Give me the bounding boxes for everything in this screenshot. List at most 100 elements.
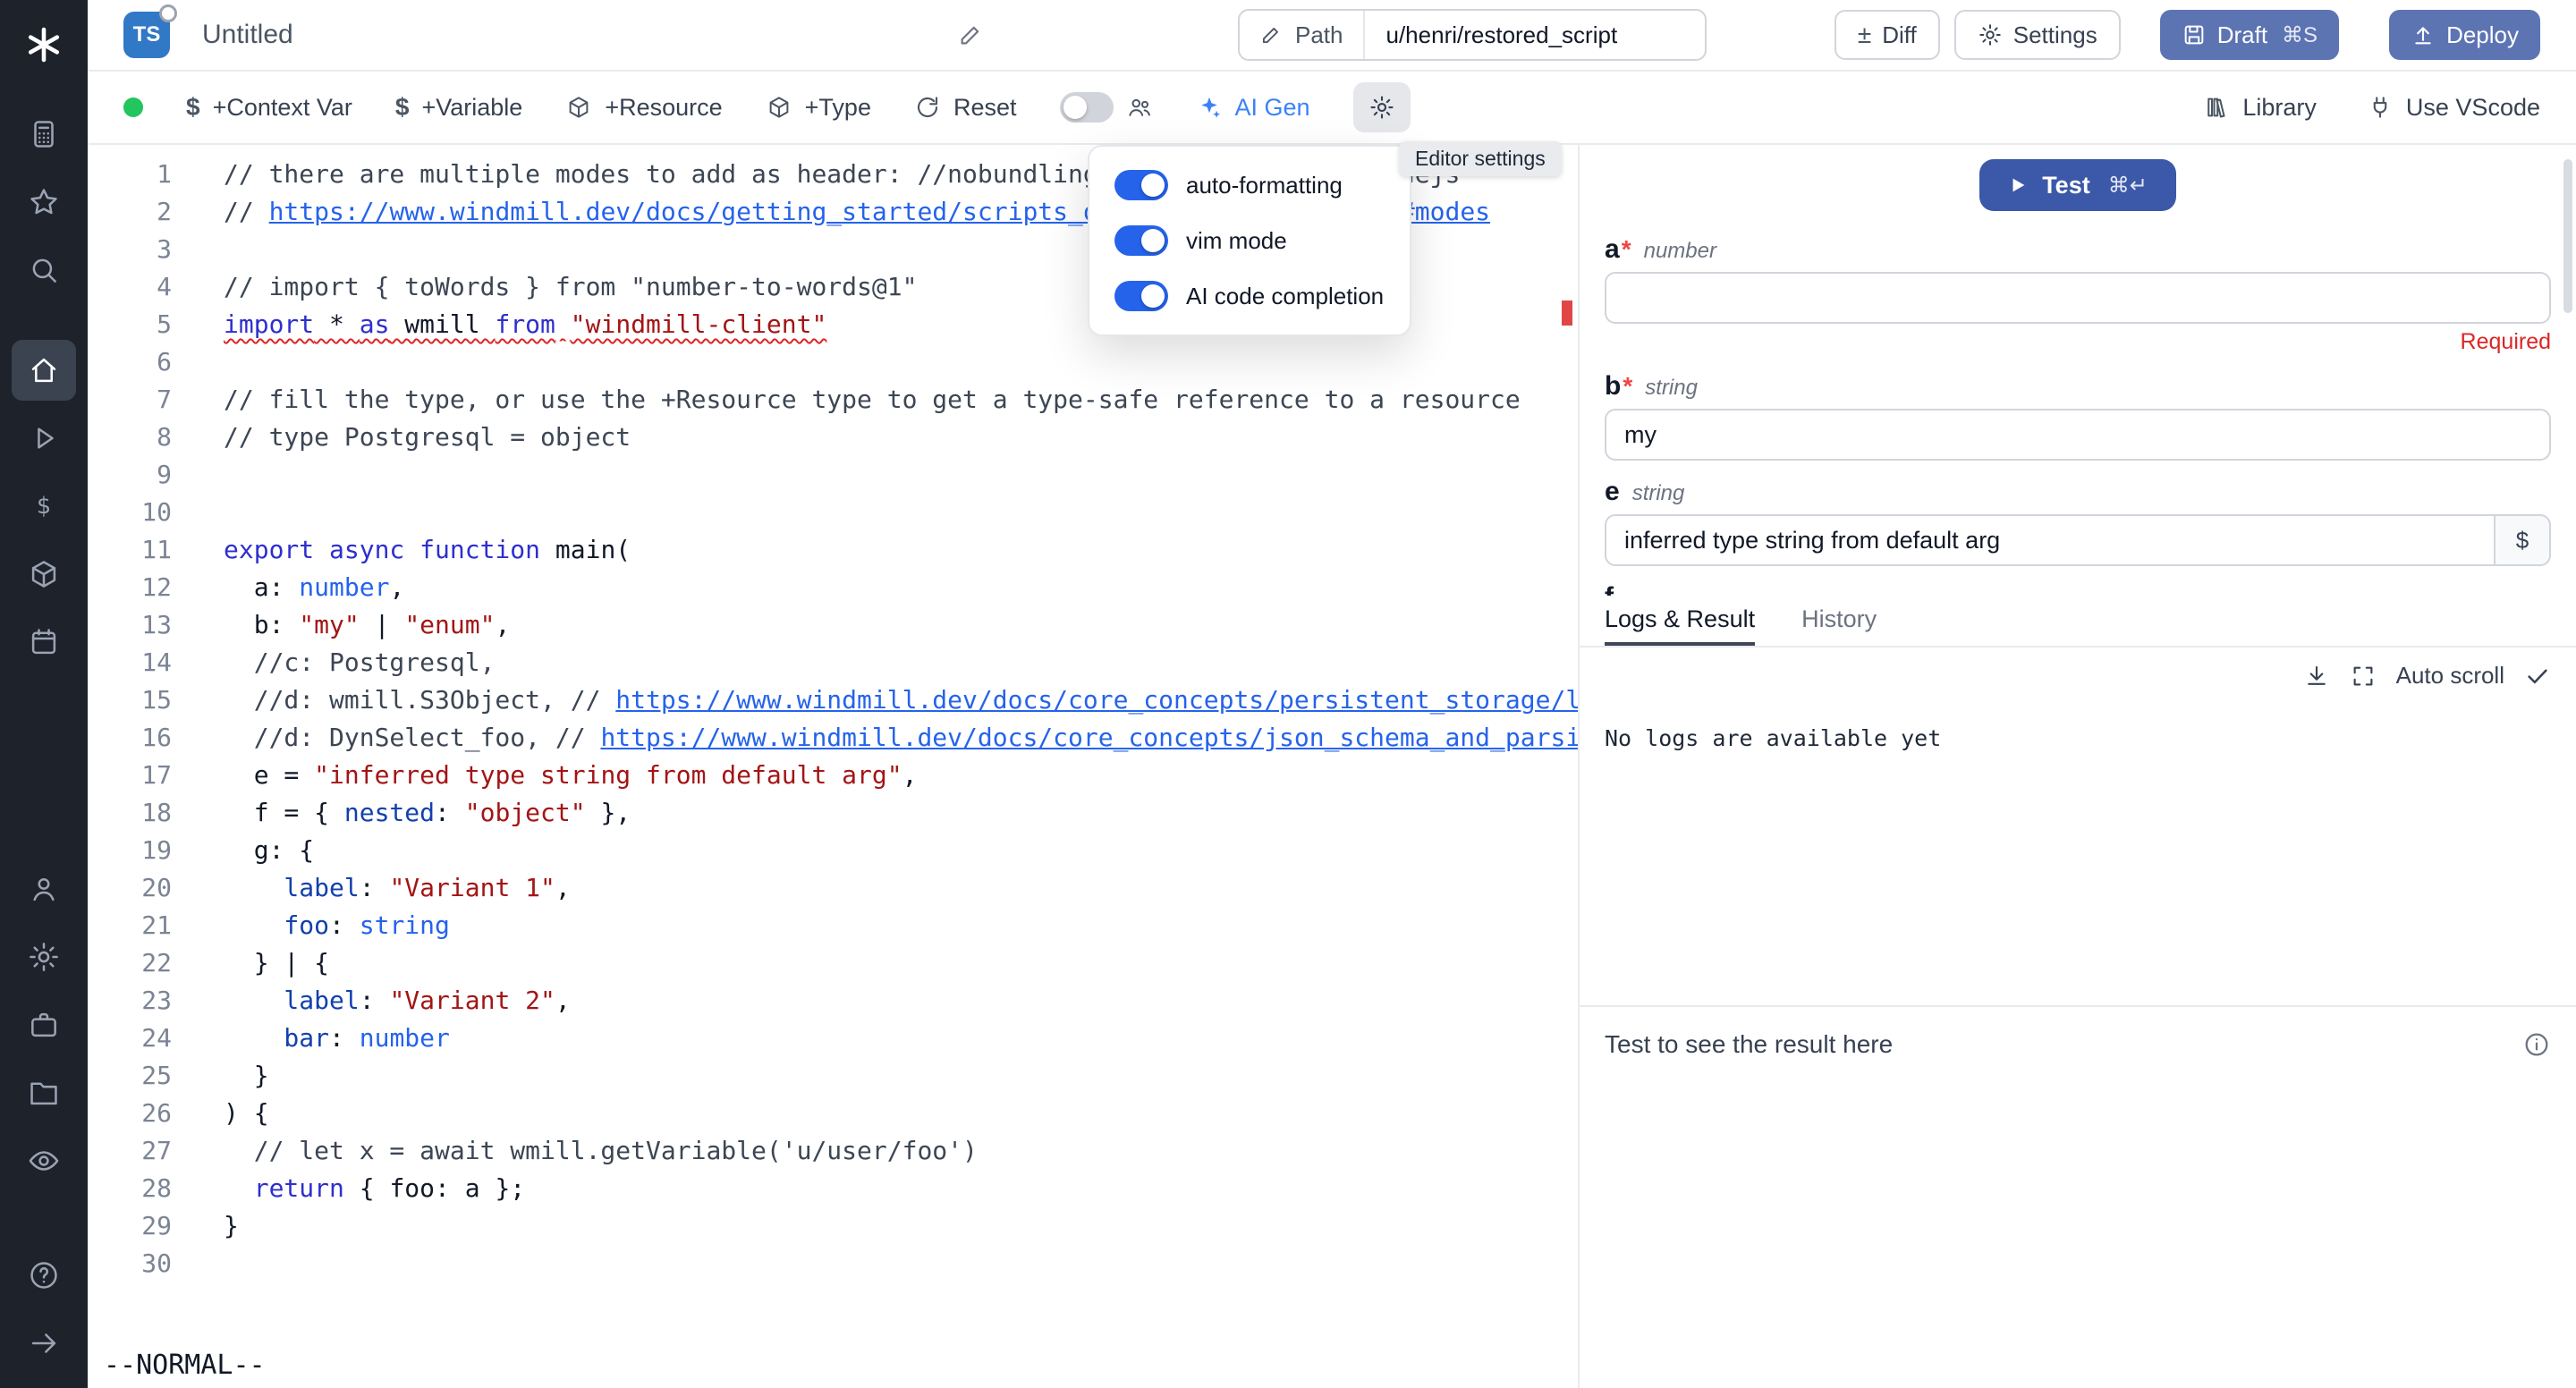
add-type-button[interactable]: +Type (766, 94, 871, 122)
code-line[interactable]: } | { (224, 944, 1578, 982)
code-line[interactable] (224, 456, 1578, 494)
code-line[interactable] (224, 1245, 1578, 1282)
add-variable-button[interactable]: $ +Variable (395, 93, 522, 122)
windmill-logo-icon[interactable] (13, 14, 74, 75)
line-number: 21 (88, 907, 172, 944)
sidebar-item-resources[interactable] (12, 544, 76, 605)
code-line[interactable]: // let x = await wmill.getVariable('u/us… (224, 1132, 1578, 1170)
arg-input-a[interactable] (1605, 272, 2551, 324)
use-vscode-button[interactable]: Use VScode (2367, 94, 2540, 122)
field-name: a (1605, 234, 1620, 265)
code-line[interactable] (224, 343, 1578, 381)
code-line[interactable]: label: "Variant 2", (224, 982, 1578, 1020)
variable-picker-button[interactable]: $ (2494, 514, 2551, 566)
test-button-label: Test (2042, 172, 2090, 199)
code-line[interactable]: e = "inferred type string from default a… (224, 757, 1578, 794)
code-line[interactable]: // fill the type, or use the +Resource t… (224, 381, 1578, 419)
arg-input-e[interactable] (1605, 514, 2494, 566)
tab-history[interactable]: History (1801, 596, 1877, 646)
settings-button[interactable]: Settings (1954, 10, 2121, 60)
code-line[interactable]: //d: wmill.S3Object, // https://www.wind… (224, 681, 1578, 719)
code-line[interactable] (224, 494, 1578, 531)
diff-mode-toggle[interactable] (1060, 92, 1114, 123)
sidebar-item-users[interactable] (12, 859, 76, 919)
sidebar-item-audit-logs[interactable] (12, 1130, 76, 1191)
autoscroll-check-icon[interactable] (2524, 663, 2551, 690)
toggle-auto-formatting[interactable] (1114, 170, 1168, 200)
status-dot (123, 97, 143, 117)
topbar-actions: ± Diff Settings Draft ⌘S Deploy (1835, 10, 2540, 60)
result-placeholder: Test to see the result here (1605, 1030, 1893, 1059)
arg-input-b[interactable] (1605, 409, 2551, 461)
sidebar-item-schedules[interactable] (12, 612, 76, 673)
deploy-button[interactable]: Deploy (2389, 10, 2540, 60)
sidebar-item-favorites[interactable] (12, 172, 76, 233)
gear-icon (27, 940, 61, 974)
code-line[interactable]: return { foo: a }; (224, 1170, 1578, 1207)
test-button[interactable]: Test ⌘↵ (1979, 159, 2176, 211)
line-number: 29 (88, 1207, 172, 1245)
code-line[interactable]: f = { nested: "object" }, (224, 794, 1578, 832)
sidebar-item-help[interactable] (12, 1245, 76, 1306)
code-line[interactable]: ) { (224, 1095, 1578, 1132)
sidebar-item-variables[interactable]: $ (12, 476, 76, 537)
path-edit-button[interactable]: Path (1240, 11, 1365, 59)
reset-button[interactable]: Reset (914, 94, 1017, 122)
code-line[interactable]: a: number, (224, 569, 1578, 606)
edit-summary-pencil-icon[interactable] (957, 21, 984, 48)
path-control[interactable]: Path u/henri/restored_script (1238, 9, 1707, 61)
sidebar-item-settings[interactable] (12, 927, 76, 987)
sidebar-bottom-group (0, 1245, 88, 1374)
app-sidebar: $ (0, 0, 88, 1388)
setting-row-ai-code-completion: AI code completion (1114, 281, 1385, 311)
sidebar-item-workers[interactable] (12, 994, 76, 1055)
sidebar-item-search[interactable] (12, 240, 76, 300)
code-line[interactable]: b: "my" | "enum", (224, 606, 1578, 644)
code-line[interactable]: g: { (224, 832, 1578, 869)
add-resource-button[interactable]: +Resource (565, 94, 722, 122)
toggle-ai-code-completion[interactable] (1114, 281, 1168, 311)
code-lines[interactable]: // there are multiple modes to add as he… (224, 156, 1578, 1388)
sidebar-item-home[interactable] (12, 340, 76, 401)
sidebar-item-apps[interactable] (12, 104, 76, 165)
line-number: 19 (88, 832, 172, 869)
code-line[interactable]: } (224, 1057, 1578, 1095)
path-value[interactable]: u/henri/restored_script (1365, 11, 1705, 59)
toggle-label: auto-formatting (1186, 172, 1343, 199)
info-icon[interactable] (2522, 1030, 2551, 1059)
toggle-label: vim mode (1186, 227, 1287, 255)
download-logs-icon[interactable] (2303, 663, 2330, 690)
diff-button-label: Diff (1882, 21, 1917, 49)
script-title[interactable]: Untitled (202, 20, 293, 50)
line-number: 11 (88, 531, 172, 569)
code-line[interactable]: bar: number (224, 1020, 1578, 1057)
code-line[interactable]: foo: string (224, 907, 1578, 944)
code-line[interactable]: } (224, 1207, 1578, 1245)
form-scrollbar[interactable] (2563, 159, 2572, 313)
code-line[interactable]: label: "Variant 1", (224, 869, 1578, 907)
tab-logs-result[interactable]: Logs & Result (1605, 596, 1755, 646)
script-language-badge[interactable]: TS (123, 12, 170, 58)
editor-settings-button[interactable] (1353, 82, 1411, 132)
code-line[interactable]: //d: DynSelect_foo, // https://www.windm… (224, 719, 1578, 757)
code-line[interactable]: //c: Postgresql, (224, 644, 1578, 681)
add-context-var-button[interactable]: $ +Context Var (186, 93, 352, 122)
sidebar-item-runs[interactable] (12, 408, 76, 469)
briefcase-icon (27, 1008, 61, 1042)
ai-gen-button[interactable]: AI Gen (1196, 94, 1310, 122)
code-line[interactable]: export async function main( (224, 531, 1578, 569)
ai-gen-label: AI Gen (1235, 94, 1310, 122)
toggle-vim-mode[interactable] (1114, 225, 1168, 256)
sidebar-item-folders[interactable] (12, 1062, 76, 1123)
topbar: TS Untitled Path u/henri/restored_script… (88, 0, 2576, 72)
type-cube-icon (766, 94, 792, 121)
library-button[interactable]: Library (2203, 94, 2317, 122)
test-args-form: Test ⌘↵ a*numberRequiredb*stringestring$… (1580, 145, 2576, 596)
draft-button[interactable]: Draft ⌘S (2160, 10, 2339, 60)
sidebar-item-collapse-sidebar[interactable] (12, 1313, 76, 1374)
editor-toolbar: $ +Context Var $ +Variable +Resource +Ty… (88, 72, 2576, 145)
svg-text:$: $ (37, 492, 51, 519)
code-line[interactable]: // type Postgresql = object (224, 419, 1578, 456)
expand-logs-icon[interactable] (2350, 663, 2377, 690)
diff-button[interactable]: ± Diff (1835, 10, 1940, 60)
